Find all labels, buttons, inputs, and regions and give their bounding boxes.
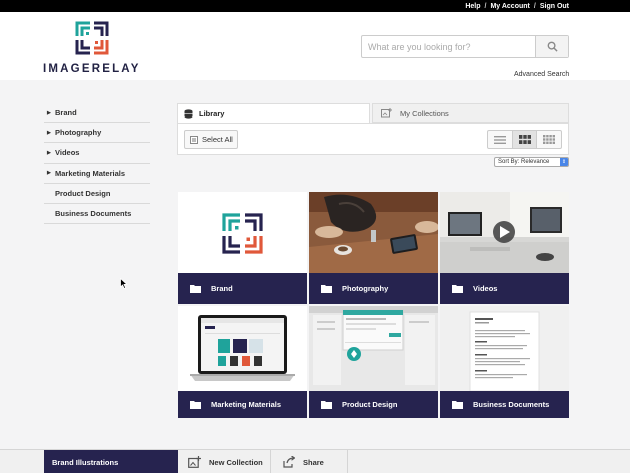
my-account-link[interactable]: My Account — [490, 3, 529, 10]
tab-library-label: Library — [199, 109, 225, 118]
list-view-icon — [493, 135, 506, 144]
sidebar-item-videos[interactable]: ▶ Videos — [44, 143, 150, 164]
folder-icon — [321, 285, 332, 293]
library-toolbar: Select All — [177, 123, 569, 155]
share-icon — [283, 456, 295, 468]
grid-view-button[interactable] — [512, 131, 538, 148]
folder-name: Photography — [342, 284, 389, 293]
database-icon — [184, 108, 193, 119]
caret-right-icon[interactable]: ▶ — [44, 170, 55, 176]
link-separator: / — [533, 2, 536, 10]
small-grid-view-button[interactable] — [537, 131, 561, 148]
sidebar-item-brand[interactable]: ▶ Brand — [44, 103, 150, 124]
caret-right-icon[interactable]: ▶ — [44, 110, 55, 116]
tab-library[interactable]: Library — [177, 103, 370, 123]
help-link[interactable]: Help — [465, 3, 480, 10]
folder-tile-product-design[interactable]: Product Design — [309, 306, 438, 418]
laptop-website-thumbnail — [178, 306, 307, 391]
folder-name: Product Design — [342, 400, 398, 409]
caret-right-icon[interactable]: ▶ — [44, 130, 55, 136]
document-page-thumbnail — [440, 306, 569, 391]
header: IMAGERELAY Advanced Search — [0, 12, 630, 80]
dropdown-arrows-icon: ⇕ — [560, 158, 568, 166]
brand-logo-thumbnail — [178, 192, 307, 273]
folder-name: Videos — [473, 284, 498, 293]
folder-icon — [190, 401, 201, 409]
sidebar-item-label: Business Documents — [55, 209, 132, 219]
imagerelay-logo-icon[interactable] — [75, 21, 109, 55]
sidebar-item-label: Marketing Materials — [55, 168, 126, 178]
search-icon — [547, 41, 558, 52]
sidebar: ▶ Brand ▶ Photography ▶ Videos ▶ Marketi… — [44, 103, 150, 225]
top-bar: Help / My Account / Sign Out — [0, 0, 630, 12]
folder-tile-brand[interactable]: Brand — [178, 192, 307, 304]
mouse-cursor-icon — [120, 278, 128, 289]
design-mockup-thumbnail — [309, 306, 438, 391]
sort-select[interactable]: Sort By: Relevance ⇕ — [494, 157, 569, 167]
sidebar-item-label: Brand — [55, 108, 77, 118]
sort-label: Sort By: — [498, 159, 520, 165]
sidebar-item-marketing-materials[interactable]: ▶ Marketing Materials — [44, 164, 150, 184]
folder-icon — [321, 401, 332, 409]
folder-tile-business-documents[interactable]: Business Documents — [440, 306, 569, 418]
advanced-search-link[interactable]: Advanced Search — [514, 71, 569, 78]
folder-label-bar: Photography — [309, 273, 438, 304]
sidebar-item-business-documents[interactable]: Business Documents — [44, 204, 150, 225]
select-all-label: Select All — [202, 135, 233, 144]
folder-tile-photography[interactable]: Photography — [309, 192, 438, 304]
active-collection-tab[interactable]: Brand Illustrations — [44, 450, 178, 473]
search-bar — [361, 35, 569, 58]
folder-name: Business Documents — [473, 400, 550, 409]
folder-label-bar: Videos — [440, 273, 569, 304]
sidebar-item-label: Product Design — [55, 188, 111, 198]
link-separator: / — [484, 2, 487, 10]
folder-label-bar: Brand — [178, 273, 307, 304]
checkbox-icon — [190, 135, 198, 144]
share-label: Share — [303, 457, 324, 467]
folder-tile-videos[interactable]: Videos — [440, 192, 569, 304]
view-toggle — [487, 130, 562, 149]
grid-view-icon — [518, 135, 531, 144]
folder-label-bar: Business Documents — [440, 391, 569, 418]
bottom-bar: Brand Illustrations New Collection Share — [0, 449, 630, 473]
library-tabs: Library My Collections Select All — [177, 103, 569, 155]
sidebar-item-photography[interactable]: ▶ Photography — [44, 123, 150, 144]
folder-name: Marketing Materials — [211, 400, 282, 409]
sidebar-item-label: Videos — [55, 148, 80, 158]
desk-photo-thumbnail — [309, 192, 438, 273]
folder-name: Brand — [211, 284, 233, 293]
folder-icon — [452, 285, 463, 293]
small-grid-view-icon — [543, 135, 556, 144]
sign-out-link[interactable]: Sign Out — [540, 3, 569, 10]
tab-my-collections[interactable]: My Collections — [372, 103, 569, 123]
folder-label-bar: Marketing Materials — [178, 391, 307, 418]
account-links: Help / My Account / Sign Out — [465, 0, 569, 12]
tab-collections-label: My Collections — [400, 108, 449, 118]
folder-icon — [190, 285, 201, 293]
list-view-button[interactable] — [488, 131, 513, 148]
folder-icon — [452, 401, 463, 409]
sidebar-item-product-design[interactable]: Product Design — [44, 184, 150, 204]
new-collection-button[interactable]: New Collection — [178, 450, 271, 473]
sidebar-item-label: Photography — [55, 128, 102, 138]
search-input[interactable] — [362, 36, 535, 57]
new-collection-label: New Collection — [209, 457, 263, 467]
search-button[interactable] — [535, 36, 568, 57]
collection-icon — [381, 108, 392, 118]
caret-right-icon[interactable]: ▶ — [44, 150, 55, 156]
sort-value: Relevance — [521, 159, 550, 165]
share-button[interactable]: Share — [271, 450, 348, 473]
folder-label-bar: Product Design — [309, 391, 438, 418]
brand-name[interactable]: IMAGERELAY — [43, 63, 141, 75]
select-all-button[interactable]: Select All — [184, 130, 238, 149]
folder-tile-marketing-materials[interactable]: Marketing Materials — [178, 306, 307, 418]
new-collection-icon — [188, 456, 201, 468]
video-thumbnail — [440, 192, 569, 273]
